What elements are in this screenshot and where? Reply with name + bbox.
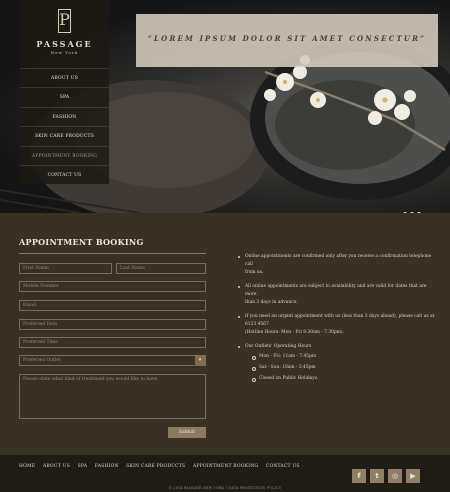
youtube-icon[interactable]: ▶	[406, 469, 420, 483]
preferred-date-input[interactable]: Preferred Date	[19, 319, 206, 330]
footer-link-skin-care-products[interactable]: SKIN CARE PRODUCTS	[126, 464, 185, 469]
facebook-icon[interactable]: f	[352, 469, 366, 483]
message-textarea[interactable]: Please state what kind of treatment you …	[19, 374, 206, 419]
chevron-down-icon[interactable]: ▾	[195, 356, 205, 365]
logo[interactable]: P PASSAGE New York	[20, 0, 109, 66]
main-nav: ABOUT US SPA FASHION SKIN CARE PRODUCTS …	[20, 68, 109, 184]
info-item: All online appointments are subject to a…	[238, 283, 438, 307]
info-item: Our Outlets' Operating Hours Mon - Fri: …	[238, 343, 438, 383]
sidebar: P PASSAGE New York ABOUT US SPA FASHION …	[20, 0, 109, 184]
hotline-number[interactable]: 6123 4567	[245, 321, 438, 329]
booking-section: APPOINTMENT BOOKING First Name Last Name…	[0, 213, 450, 455]
info-text: (Hotline Hours: Mon - Fri 9.30am - 7.30p…	[245, 330, 344, 335]
nav-item-about-us[interactable]: ABOUT US	[20, 68, 109, 87]
nav-item-spa[interactable]: SPA	[20, 87, 109, 106]
copyright: © 2014 PASSAGE NEW YORK | DATA PROTECTIO…	[168, 486, 282, 490]
booking-title: APPOINTMENT BOOKING	[19, 237, 144, 247]
info-text: than 3 days in advance.	[245, 300, 298, 305]
footer-link-home[interactable]: HOME	[19, 464, 35, 469]
info-text: Online appointments are confirmed only a…	[245, 254, 432, 267]
submit-button[interactable]: Submit	[168, 427, 206, 438]
first-name-input[interactable]: First Name	[19, 263, 112, 274]
logo-sub: New York	[50, 50, 79, 55]
nav-item-fashion[interactable]: FASHION	[20, 106, 109, 126]
footer-link-contact-us[interactable]: CONTACT US	[266, 464, 300, 469]
quote-banner: “LOREM IPSUM DOLOR SIT AMET CONSECTUR”	[136, 14, 438, 67]
footer: HOME ABOUT US SPA FASHION SKIN CARE PROD…	[0, 455, 450, 492]
info-text: from us.	[245, 270, 264, 275]
info-text: All online appointments are subject to a…	[245, 284, 427, 297]
hours-list: Mon - Fri: 11am - 7.45pm Sat - Sun: 10am…	[245, 353, 438, 383]
hours-item: Mon - Fri: 11am - 7.45pm	[245, 353, 438, 361]
preferred-outlet-value: Preferred Outlet	[23, 358, 61, 363]
quote-text: “LOREM IPSUM DOLOR SIT AMET CONSECTUR”	[147, 34, 427, 43]
hero-banner: “LOREM IPSUM DOLOR SIT AMET CONSECTUR” P…	[0, 0, 450, 213]
twitter-icon[interactable]: t	[370, 469, 384, 483]
preferred-outlet-select[interactable]: Preferred Outlet ▾	[19, 355, 206, 366]
last-name-input[interactable]: Last Name	[116, 263, 206, 274]
preferred-time-input[interactable]: Preferred Time	[19, 337, 206, 348]
title-divider	[19, 253, 206, 254]
mobile-input[interactable]: Mobile Number	[19, 281, 206, 292]
footer-link-about-us[interactable]: ABOUT US	[43, 464, 70, 469]
info-text: Our Outlets' Operating Hours	[245, 344, 312, 349]
email-input[interactable]: Email	[19, 300, 206, 311]
footer-link-appointment-booking[interactable]: APPOINTMENT BOOKING	[193, 464, 258, 469]
slider-dots	[403, 201, 424, 213]
social-links: f t ◎ ▶	[352, 463, 424, 483]
nav-item-skin-care-products[interactable]: SKIN CARE PRODUCTS	[20, 126, 109, 145]
nav-item-contact-us[interactable]: CONTACT US	[20, 164, 109, 184]
info-text: If you need an urgent appointment with u…	[245, 314, 435, 319]
booking-info: Online appointments are confirmed only a…	[238, 253, 438, 389]
footer-nav: HOME ABOUT US SPA FASHION SKIN CARE PROD…	[19, 464, 306, 469]
info-item: Online appointments are confirmed only a…	[238, 253, 438, 277]
info-item: If you need an urgent appointment with u…	[238, 313, 438, 337]
logo-name: PASSAGE	[36, 39, 93, 49]
bowl-water	[275, 80, 415, 170]
hours-item: Sat - Sun: 10am - 3.45pm	[245, 364, 438, 372]
footer-link-spa[interactable]: SPA	[78, 464, 88, 469]
footer-link-fashion[interactable]: FASHION	[95, 464, 119, 469]
page: “LOREM IPSUM DOLOR SIT AMET CONSECTUR” P…	[0, 0, 450, 492]
hours-item: Closed on Public Holidays.	[245, 375, 438, 383]
instagram-icon[interactable]: ◎	[388, 469, 402, 483]
nav-item-appointment-booking[interactable]: APPOINTMENT BOOKING	[20, 145, 109, 165]
logo-mark: P	[58, 9, 71, 33]
